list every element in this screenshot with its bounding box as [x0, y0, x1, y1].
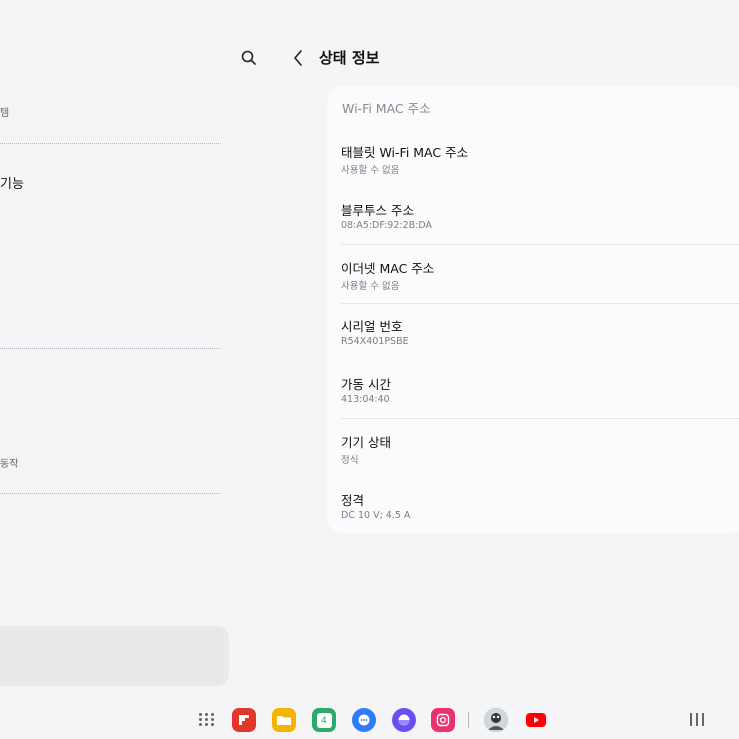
row-value: DC 10 V; 4.5 A	[341, 510, 411, 521]
back-button[interactable]	[288, 47, 310, 69]
row-title: 정격	[341, 493, 365, 508]
avatar-app-icon[interactable]	[484, 708, 508, 732]
status-info-card: Wi-Fi MAC 주소 태블릿 Wi-Fi MAC 주소 사용할 수 없음 블…	[327, 86, 739, 533]
row-value: 413:04:40	[341, 394, 390, 405]
row-title: 기기 상태	[341, 435, 391, 450]
list-item-ethernet-mac[interactable]: 이더넷 MAC 주소 사용할 수 없음	[327, 252, 739, 302]
divider	[341, 303, 739, 304]
list-item-serial-number[interactable]: 시리얼 번호 R54X401PSBE	[327, 310, 739, 360]
divider	[0, 348, 221, 349]
apps-grid-button[interactable]	[199, 713, 215, 727]
card-header: Wi-Fi MAC 주소	[342, 101, 431, 116]
row-value: R54X401PSBE	[341, 336, 409, 347]
chevron-left-icon	[294, 50, 302, 66]
search-icon	[241, 50, 256, 65]
row-title: 이더넷 MAC 주소	[341, 261, 435, 276]
list-item-device-status[interactable]: 기기 상태 정식	[327, 426, 739, 476]
search-button[interactable]	[238, 47, 260, 69]
row-title: 시리얼 번호	[341, 319, 403, 334]
taskbar: 4	[0, 700, 739, 739]
divider	[0, 143, 221, 144]
page-title: 상태 정보	[319, 49, 380, 67]
internet-icon[interactable]	[392, 708, 416, 732]
row-value: 08:A5:DF:92:2B:DA	[341, 220, 432, 231]
divider	[0, 493, 221, 494]
section-label: 동작	[0, 459, 19, 470]
list-item-tablet-wifi-mac[interactable]: 태블릿 Wi-Fi MAC 주소 사용할 수 없음	[327, 136, 739, 186]
settings-list-pane: 템 기능 동작	[0, 0, 229, 739]
row-value: 사용할 수 없음	[341, 281, 400, 292]
list-item-rating[interactable]: 정격 DC 10 V; 4.5 A	[327, 484, 739, 534]
flipboard-icon[interactable]	[232, 708, 256, 732]
my-files-icon[interactable]	[272, 708, 296, 732]
messages-icon[interactable]	[352, 708, 376, 732]
row-value: 사용할 수 없음	[341, 165, 400, 176]
row-value: 정식	[341, 455, 359, 466]
section-label: 템	[0, 108, 10, 119]
taskbar-separator	[468, 712, 469, 728]
camera-icon[interactable]	[431, 708, 455, 732]
row-title: 태블릿 Wi-Fi MAC 주소	[341, 145, 469, 160]
calendar-icon[interactable]: 4	[312, 708, 336, 732]
row-title: 가동 시간	[341, 377, 391, 392]
youtube-icon[interactable]	[524, 708, 548, 732]
calendar-date: 4	[316, 712, 332, 728]
settings-card[interactable]	[0, 626, 229, 686]
settings-item[interactable]: 기능	[0, 173, 24, 192]
row-title: 블루투스 주소	[341, 203, 414, 218]
list-item-uptime[interactable]: 가동 시간 413:04:40	[327, 368, 739, 418]
recent-apps-button[interactable]	[689, 713, 705, 727]
divider	[341, 244, 739, 245]
list-item-bluetooth-address[interactable]: 블루투스 주소 08:A5:DF:92:2B:DA	[327, 194, 739, 244]
divider	[341, 418, 739, 419]
